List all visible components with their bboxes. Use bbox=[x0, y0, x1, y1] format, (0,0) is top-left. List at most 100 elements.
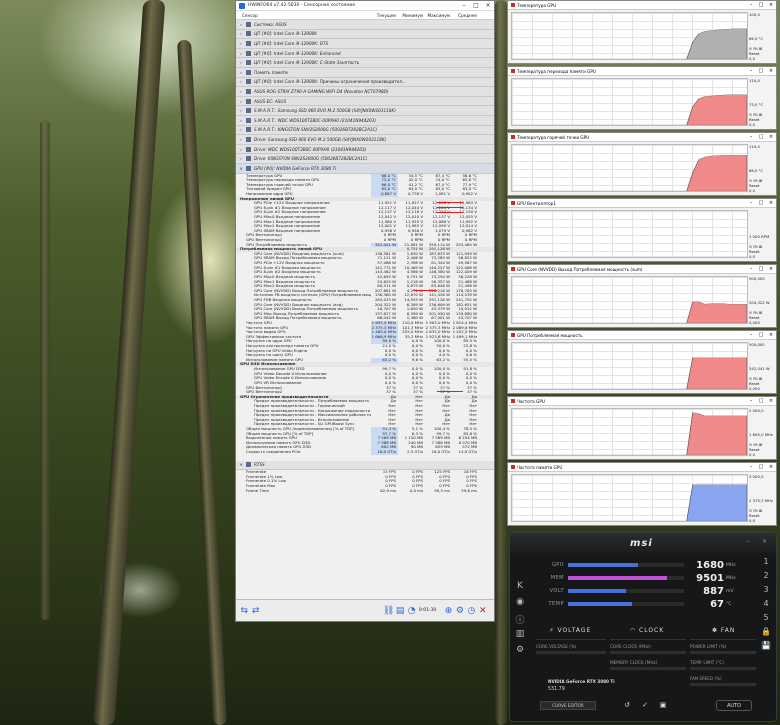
sensor-group[interactable]: › ASUS EC: ASUS bbox=[236, 96, 494, 107]
minimize-icon[interactable]: – bbox=[746, 2, 756, 8]
sensor-group[interactable]: › Память памяти bbox=[236, 67, 494, 78]
graph-titlebar[interactable]: Температура перехода памяти GPU – □ × bbox=[508, 67, 776, 76]
column-header-max[interactable]: Максимум bbox=[425, 13, 452, 18]
sensor-group[interactable]: › ЦП [#0]: Intel Core i9-12900K: Enhanced bbox=[236, 48, 494, 59]
close-x-icon[interactable]: ✕ bbox=[479, 606, 487, 616]
graph-titlebar[interactable]: Частота памяти GPU – □ × bbox=[508, 463, 776, 472]
sensor-group[interactable]: › Drive: Samsung SSD 860 EVO M.2 500GB (S… bbox=[236, 135, 494, 145]
settings-icon[interactable]: ⚙ bbox=[456, 606, 464, 616]
profile-1-icon[interactable]: 1 bbox=[759, 557, 773, 571]
core-voltage-slider[interactable] bbox=[536, 651, 606, 654]
sensor-group[interactable]: › ЦП [#0]: Intel Core i9-12900K: Причины … bbox=[236, 77, 494, 88]
profile-2-icon[interactable]: 2 bbox=[759, 571, 773, 585]
graph-buttons[interactable]: ⊙ Fit ⊠ Reset bbox=[749, 310, 774, 320]
maximize-icon[interactable]: □ bbox=[756, 464, 766, 470]
fan-auto-button[interactable]: AUTO bbox=[716, 700, 752, 711]
apply-icon[interactable]: ✓ bbox=[638, 700, 652, 711]
sensor-group[interactable]: › ЦП [#0]: Intel Core i9-12900K: DTS bbox=[236, 39, 494, 49]
column-header-current[interactable]: Текущее bbox=[371, 13, 398, 18]
graph-buttons[interactable]: ⊙ Fit ⊠ Reset bbox=[749, 508, 774, 518]
tab-fan[interactable]: ✽ FAN bbox=[685, 625, 762, 637]
sensor-graph-window[interactable]: GPU Вентилятор1 – □ × 1 000 RPM ⊙ Fit ⊠ Reset… bbox=[507, 198, 777, 262]
graph-buttons[interactable]: ⊙ Fit ⊠ Reset bbox=[749, 442, 774, 452]
kboost-icon[interactable]: K bbox=[513, 581, 527, 597]
save-icon[interactable]: ▣ bbox=[656, 700, 670, 711]
sensor-graph-window[interactable]: GPU Потребляемая мощность – □ × 500,000 342,0… bbox=[507, 330, 777, 394]
sensor-group[interactable]: › ЦП [#0]: Intel Core i9-12900K: C-State … bbox=[236, 58, 494, 68]
sensor-graph-window[interactable]: Частота памяти GPU – □ × 3 000,0 2 375,3 MHz ⊙… bbox=[507, 462, 777, 526]
maximize-icon[interactable]: □ bbox=[756, 266, 766, 272]
graph-buttons[interactable]: ⊙ Fit ⊠ Reset bbox=[749, 244, 774, 254]
column-header-min[interactable]: Минимум bbox=[398, 13, 425, 18]
maximize-icon[interactable]: □ bbox=[756, 2, 766, 8]
minimize-icon[interactable]: – bbox=[746, 134, 756, 140]
column-header-sensor[interactable]: Сенсор bbox=[236, 13, 371, 18]
sensor-group[interactable]: › Drive: KINGSTON SNV2S2000G (50026B7282B… bbox=[236, 154, 494, 164]
sensor-group[interactable]: › S.M.A.R.T.: Samsung SSD 860 EVO M.2 500… bbox=[236, 106, 494, 116]
graph-buttons[interactable]: ⊙ Fit ⊠ Reset bbox=[749, 178, 774, 188]
graph-buttons[interactable]: ⊙ Fit ⊠ Reset bbox=[749, 112, 774, 122]
save-icon[interactable]: 💾 bbox=[759, 641, 773, 655]
close-icon[interactable]: × bbox=[766, 2, 776, 8]
maximize-icon[interactable]: □ bbox=[756, 200, 766, 206]
fan-speed-slider[interactable] bbox=[690, 683, 756, 686]
graph-titlebar[interactable]: GPU Core (NVVDD) Выход Потребляемая мощн… bbox=[508, 265, 776, 274]
sensor-graph-window[interactable]: Температура горячей точки GPU – □ × 110,0 86,… bbox=[507, 132, 777, 196]
graph-buttons[interactable]: ⊙ Fit ⊠ Reset bbox=[749, 376, 774, 386]
minimize-icon[interactable]: – bbox=[458, 1, 470, 11]
oc-scanner-icon[interactable]: ◉ bbox=[513, 597, 527, 613]
close-icon[interactable]: × bbox=[766, 464, 776, 470]
close-icon[interactable]: × bbox=[766, 332, 776, 338]
core-clock-slider[interactable] bbox=[610, 651, 686, 654]
memory-clock-slider[interactable] bbox=[610, 667, 686, 670]
sensor-graph-window[interactable]: Температура перехода памяти GPU – □ × 110,0 7… bbox=[507, 66, 777, 130]
sensor-group-gpu[interactable]: v GPU [#0]: NVIDIA GeForce RTX 3080 Ti bbox=[236, 163, 494, 174]
sensor-group[interactable]: › S.M.A.R.T.: KINGSTON SNV2S2000G (50026B… bbox=[236, 125, 494, 136]
close-icon[interactable]: × bbox=[766, 398, 776, 404]
close-icon[interactable]: × bbox=[766, 134, 776, 140]
profile-3-icon[interactable]: 3 bbox=[759, 585, 773, 599]
graph-titlebar[interactable]: GPU Потребляемая мощность – □ × bbox=[508, 331, 776, 340]
minimize-icon[interactable]: – bbox=[746, 332, 756, 338]
graph-titlebar[interactable]: Частота GPU – □ × bbox=[508, 397, 776, 406]
arrows-icon[interactable]: ⇄ bbox=[251, 606, 260, 616]
minimize-icon[interactable]: – bbox=[746, 68, 756, 74]
graph-titlebar[interactable]: GPU Вентилятор1 – □ × bbox=[508, 199, 776, 208]
sensor-group[interactable]: › Система: ASUS bbox=[236, 20, 494, 30]
close-icon[interactable]: × bbox=[766, 200, 776, 206]
graph-buttons[interactable]: ⊙ Fit ⊠ Reset bbox=[749, 46, 774, 56]
tab-clock[interactable]: ◠ CLOCK bbox=[609, 625, 686, 637]
network-icon[interactable]: ⛓ bbox=[383, 606, 394, 616]
curve-editor-button[interactable]: CURVE EDITOR bbox=[540, 701, 596, 710]
sensor-graph-window[interactable]: Частота GPU – □ × 2 000,0 1 695,0 MHz ⊙ Fit ⊠ … bbox=[507, 396, 777, 460]
graph-titlebar[interactable]: Температура горячей точки GPU – □ × bbox=[508, 133, 776, 142]
maximize-icon[interactable]: □ bbox=[756, 68, 766, 74]
sensor-group-rtss[interactable]: v RTSS bbox=[236, 460, 494, 471]
arrow-left-right-icon[interactable]: ⇆ bbox=[240, 606, 248, 616]
maximize-icon[interactable]: □ bbox=[756, 332, 766, 338]
tab-voltage[interactable]: ⚡ VOLTAGE bbox=[532, 625, 609, 637]
sensor-graph-window[interactable]: GPU Core (NVVDD) Выход Потребляемая мощн… bbox=[507, 264, 777, 328]
reset-icon[interactable]: ↺ bbox=[620, 700, 634, 711]
monitor-icon[interactable]: ▥ bbox=[513, 629, 527, 645]
minimize-icon[interactable]: – bbox=[746, 464, 756, 470]
sensor-row[interactable]: Frame Time 62,9 ms 0,0 ms 90,5 ms 59,6 ms bbox=[236, 489, 494, 494]
sensor-graph-window[interactable]: Температура GPU – □ × 100,0 66,0 °C ⊙ Fit ⊠ Re… bbox=[507, 0, 777, 64]
close-icon[interactable]: × bbox=[766, 266, 776, 272]
sensor-group[interactable]: › Drive: WDC WDS100T2B0C-00PXH0 (21041N94… bbox=[236, 144, 494, 155]
add-icon[interactable]: ⊕ bbox=[444, 606, 453, 616]
close-icon[interactable]: × bbox=[762, 538, 767, 545]
report-icon[interactable]: ▤ bbox=[396, 606, 405, 616]
minimize-icon[interactable]: – bbox=[746, 266, 756, 272]
close-icon[interactable]: × bbox=[482, 1, 494, 11]
minimize-icon[interactable]: – bbox=[746, 538, 749, 545]
power-limit-slider[interactable] bbox=[690, 651, 756, 654]
minimize-icon[interactable]: – bbox=[746, 200, 756, 206]
profile-4-icon[interactable]: 4 bbox=[759, 599, 773, 613]
info-icon[interactable]: ⓘ bbox=[513, 613, 527, 629]
reset-icon[interactable]: ◷ bbox=[467, 606, 475, 616]
sensor-group[interactable]: › ЦП [#0]: Intel Core i9-12900K bbox=[236, 29, 494, 40]
graph-titlebar[interactable]: Температура GPU – □ × bbox=[508, 1, 776, 10]
sensor-group[interactable]: › ASUS ROG STRIX Z790-A GAMING WIFI D4 (N… bbox=[236, 87, 494, 97]
sensor-group[interactable]: › S.M.A.R.T.: WDC WDS100T2B0C-00PXH0 (210… bbox=[236, 115, 494, 126]
